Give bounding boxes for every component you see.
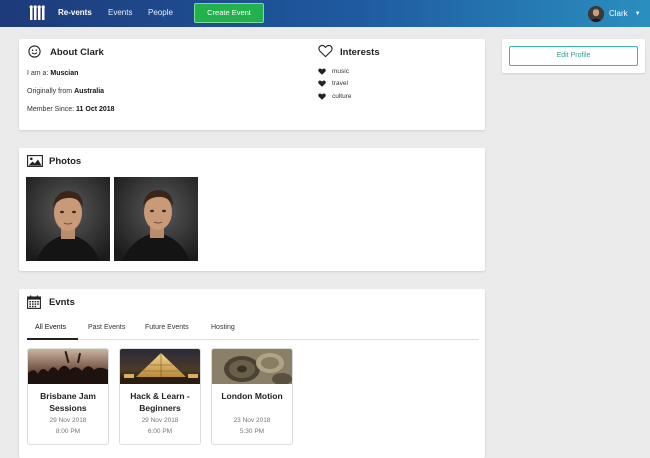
profile-photo[interactable] — [114, 177, 198, 261]
event-date: 23 Nov 2018 — [233, 417, 271, 424]
event-card-brisbane-jam[interactable]: Brisbane Jam Sessions 29 Nov 2018 8:00 P… — [27, 348, 109, 445]
about-role-label: I am a: — [27, 70, 49, 77]
profile-photo[interactable] — [26, 177, 110, 261]
event-time: 6:00 PM — [147, 428, 173, 435]
interest-label: travel — [332, 80, 348, 87]
interests-title: Interests — [340, 47, 380, 58]
event-image — [212, 349, 292, 384]
interest-item: culture — [318, 93, 352, 100]
revents-logo-icon[interactable] — [29, 5, 47, 21]
event-card-hack-learn[interactable]: Hack & Learn - Beginners 29 Nov 2018 6:0… — [119, 348, 201, 445]
nav-events-link[interactable]: Events — [108, 8, 132, 17]
about-member-value: 11 Oct 2018 — [76, 106, 115, 113]
event-title: Hack & Learn - Beginners — [130, 391, 190, 413]
smiley-icon — [28, 45, 41, 58]
caret-down-icon: ▼ — [634, 10, 641, 17]
about-origin-value: Australia — [74, 88, 105, 95]
event-title: London Motion — [221, 391, 283, 401]
nav-brand-link[interactable]: Re-vents — [58, 8, 92, 17]
interest-label: culture — [332, 93, 352, 100]
avatar — [588, 5, 604, 22]
interest-item: music — [318, 68, 349, 75]
edit-profile-button[interactable]: Edit Profile — [509, 46, 638, 66]
photos-title: Photos — [49, 156, 82, 167]
top-navbar: Re-vents Events People Create Event Clar… — [0, 0, 650, 27]
tab-divider — [27, 339, 479, 340]
events-title: Evnts — [49, 297, 75, 308]
about-role: I am a: Muscian — [27, 70, 78, 77]
profile-actions-card: Edit Profile — [502, 39, 645, 73]
active-tab-indicator — [27, 338, 78, 340]
event-time: 8:00 PM — [55, 428, 81, 435]
about-title: About Clark — [50, 47, 104, 58]
event-time: 5:30 PM — [239, 428, 265, 435]
tab-future-events[interactable]: Future Events — [145, 324, 189, 331]
heart-icon — [318, 80, 326, 87]
about-origin: Originally from Australia — [27, 88, 104, 95]
interest-item: travel — [318, 80, 348, 87]
user-name: Clark — [609, 9, 628, 18]
heart-icon — [318, 93, 326, 100]
about-member-label: Member Since: — [27, 106, 75, 113]
event-date: 29 Nov 2018 — [141, 417, 179, 424]
about-role-value: Muscian — [50, 70, 79, 77]
tab-all-events[interactable]: All Events — [35, 324, 66, 331]
create-event-button[interactable]: Create Event — [194, 3, 264, 23]
calendar-icon — [27, 295, 41, 309]
image-icon — [27, 155, 43, 167]
event-card-london-motion[interactable]: London Motion 23 Nov 2018 5:30 PM — [211, 348, 293, 445]
heart-icon — [318, 68, 326, 75]
event-image — [120, 349, 200, 384]
heart-outline-icon — [318, 44, 333, 58]
user-menu[interactable]: Clark ▼ — [588, 4, 641, 23]
about-origin-label: Originally from — [27, 88, 73, 95]
photos-card: Photos — [19, 148, 485, 271]
interest-label: music — [332, 68, 349, 75]
tab-hosting[interactable]: Hosting — [211, 324, 235, 331]
about-card: About Clark I am a: Muscian Originally f… — [19, 39, 485, 130]
nav-people-link[interactable]: People — [148, 8, 173, 17]
event-title: Brisbane Jam Sessions — [40, 391, 96, 413]
event-image — [28, 349, 108, 384]
events-card: Evnts All Events Past Events Future Even… — [19, 289, 485, 458]
event-date: 29 Nov 2018 — [49, 417, 87, 424]
tab-past-events[interactable]: Past Events — [88, 324, 125, 331]
about-member-since: Member Since: 11 Oct 2018 — [27, 106, 115, 113]
